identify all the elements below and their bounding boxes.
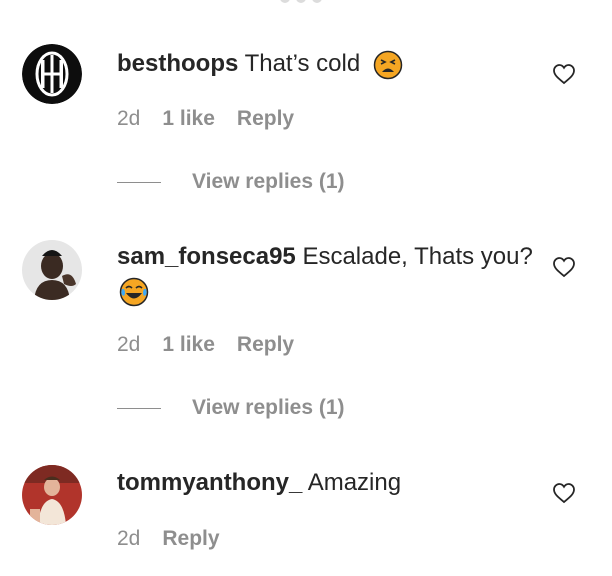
comment-text: besthoops That’s cold: [117, 47, 537, 81]
divider-line: [117, 407, 161, 409]
view-replies-button[interactable]: View replies (1): [117, 396, 345, 420]
view-replies-label: View replies (1): [192, 170, 345, 193]
clipped-view-replies: [280, 0, 350, 4]
comment-text: sam_fonseca95 Escalade, Thats you?: [117, 240, 537, 308]
reply-button[interactable]: Reply: [162, 527, 219, 551]
heart-icon[interactable]: [552, 482, 576, 504]
username[interactable]: tommyanthony_: [117, 469, 302, 496]
timestamp: 2d: [117, 527, 141, 550]
comment-meta: 2d 1 like Reply: [117, 107, 294, 131]
like-count[interactable]: 1 like: [162, 333, 215, 357]
comment-text: tommyanthony_ Amazing: [117, 466, 537, 500]
divider-line: [117, 181, 161, 183]
comment-body: Amazing: [307, 469, 402, 496]
like-count[interactable]: 1 like: [162, 107, 215, 131]
reply-button[interactable]: Reply: [237, 333, 294, 357]
avatar[interactable]: [22, 44, 82, 104]
username[interactable]: sam_fonseca95: [117, 243, 296, 270]
view-replies-button[interactable]: View replies (1): [117, 170, 345, 194]
reply-button[interactable]: Reply: [237, 107, 294, 131]
comment-body: Escalade, Thats you?: [302, 243, 533, 270]
heart-icon[interactable]: [552, 63, 576, 85]
comment-body: That’s cold: [244, 50, 361, 77]
tired-face-icon: [373, 50, 403, 79]
timestamp: 2d: [117, 107, 141, 130]
heart-icon[interactable]: [552, 256, 576, 278]
joy-face-icon: [119, 277, 149, 306]
timestamp: 2d: [117, 333, 141, 356]
avatar[interactable]: [22, 465, 82, 525]
comment-meta: 2d 1 like Reply: [117, 333, 294, 357]
avatar[interactable]: [22, 240, 82, 300]
view-replies-label: View replies (1): [192, 396, 345, 419]
username[interactable]: besthoops: [117, 50, 238, 77]
comment-meta: 2d Reply: [117, 527, 220, 551]
